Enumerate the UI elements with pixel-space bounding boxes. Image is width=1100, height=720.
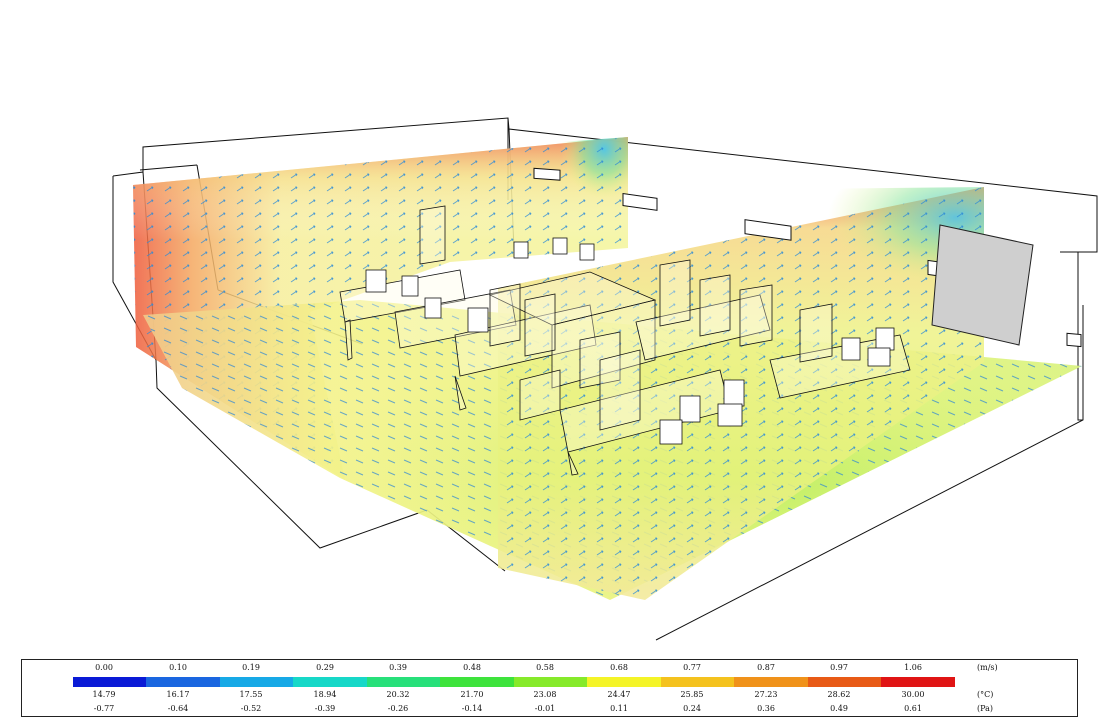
velocity-value: 0.87 xyxy=(757,663,775,672)
color-swatch-6 xyxy=(514,677,588,687)
pressure-value: 0.49 xyxy=(830,704,848,713)
color-swatch-0 xyxy=(73,677,147,687)
pressure-value: -0.52 xyxy=(240,704,262,713)
velocity-value: 1.06 xyxy=(904,663,922,672)
velocity-value: 0.77 xyxy=(683,663,701,672)
temperature-value: 18.94 xyxy=(313,690,337,699)
temperature-value: 17.55 xyxy=(239,690,263,699)
velocity-unit: (m/s) xyxy=(977,663,998,672)
temperature-value: 16.17 xyxy=(166,690,190,699)
color-scale-bar xyxy=(73,677,955,687)
velocity-value: 0.10 xyxy=(169,663,187,672)
temperature-value: 25.85 xyxy=(680,690,704,699)
temperature-value: 20.32 xyxy=(386,690,410,699)
color-swatch-5 xyxy=(440,677,514,687)
pressure-value: 0.11 xyxy=(610,704,628,713)
temperature-value: 14.79 xyxy=(92,690,116,699)
temperature-value: 30.00 xyxy=(901,690,925,699)
pressure-value: -0.14 xyxy=(461,704,483,713)
color-swatch-7 xyxy=(587,677,661,687)
color-swatch-4 xyxy=(367,677,441,687)
pressure-value: -0.64 xyxy=(167,704,189,713)
velocity-value: 0.97 xyxy=(830,663,848,672)
velocity-value: 0.39 xyxy=(389,663,407,672)
velocity-value: 0.29 xyxy=(316,663,334,672)
color-swatch-3 xyxy=(293,677,367,687)
temperature-value: 28.62 xyxy=(827,690,851,699)
velocity-value: 0.58 xyxy=(536,663,554,672)
temperature-row: 14.79 16.17 17.55 18.94 20.32 21.70 23.0… xyxy=(22,689,1077,701)
temperature-value: 24.47 xyxy=(607,690,631,699)
color-swatch-1 xyxy=(146,677,220,687)
color-swatch-11 xyxy=(881,677,955,687)
pressure-value: 0.36 xyxy=(757,704,775,713)
velocity-value: 0.19 xyxy=(242,663,260,672)
velocity-value: 0.00 xyxy=(95,663,113,672)
velocity-value: 0.48 xyxy=(463,663,481,672)
pressure-value: -0.26 xyxy=(387,704,409,713)
color-swatch-8 xyxy=(661,677,735,687)
color-swatch-10 xyxy=(808,677,882,687)
pressure-value: 0.24 xyxy=(683,704,701,713)
velocity-value: 0.68 xyxy=(610,663,628,672)
temperature-value: 27.23 xyxy=(754,690,778,699)
cfd-room-visualization xyxy=(112,117,1098,641)
temperature-unit: (°C) xyxy=(977,690,994,699)
color-swatch-9 xyxy=(734,677,808,687)
color-legend: 0.00 0.10 0.19 0.29 0.39 0.48 0.58 0.68 … xyxy=(21,659,1078,717)
pressure-value: -0.39 xyxy=(314,704,336,713)
temperature-value: 21.70 xyxy=(460,690,484,699)
pressure-value: 0.61 xyxy=(904,704,922,713)
pressure-value: -0.77 xyxy=(93,704,115,713)
pressure-unit: (Pa) xyxy=(977,704,994,713)
velocity-row: 0.00 0.10 0.19 0.29 0.39 0.48 0.58 0.68 … xyxy=(22,662,1077,674)
pressure-row: -0.77 -0.64 -0.52 -0.39 -0.26 -0.14 -0.0… xyxy=(22,703,1077,715)
temperature-value: 23.08 xyxy=(533,690,557,699)
door xyxy=(931,224,1034,346)
pressure-value: -0.01 xyxy=(534,704,556,713)
color-swatch-2 xyxy=(220,677,294,687)
